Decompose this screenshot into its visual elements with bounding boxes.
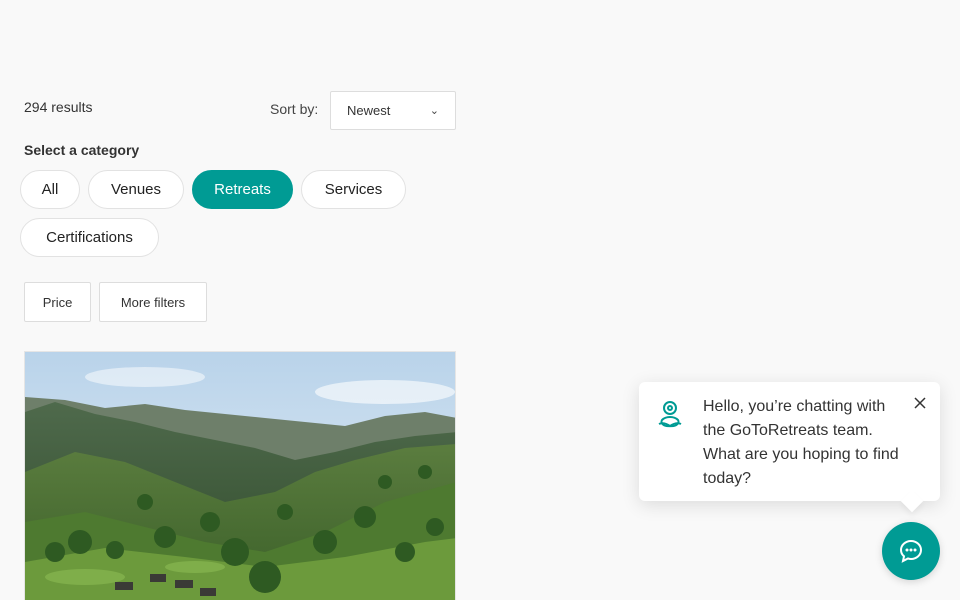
more-filters-button[interactable]: More filters xyxy=(99,282,207,322)
results-count: 294 results xyxy=(24,99,93,115)
chat-message: Hello, you’re chatting with the GoToRetr… xyxy=(703,398,899,487)
price-filter-button[interactable]: Price xyxy=(24,282,91,322)
sort-select[interactable]: Newest ⌄ xyxy=(330,91,456,130)
listing-card-image[interactable] xyxy=(24,351,456,600)
sort-label: Sort by: xyxy=(270,101,319,117)
category-label: Select a category xyxy=(24,142,140,158)
close-icon[interactable] xyxy=(912,395,928,411)
category-chip-retreats[interactable]: Retreats xyxy=(192,170,293,209)
category-chip-venues[interactable]: Venues xyxy=(88,170,184,209)
category-chip-certifications[interactable]: Certifications xyxy=(20,218,159,257)
sort-selected-value: Newest xyxy=(347,103,391,118)
chat-bubble: Hello, you’re chatting with the GoToRetr… xyxy=(639,382,940,513)
chat-launcher-button[interactable] xyxy=(882,522,940,580)
category-chip-all[interactable]: All xyxy=(20,170,80,209)
category-chip-services[interactable]: Services xyxy=(301,170,406,209)
yoga-person-icon xyxy=(658,401,682,428)
chat-bubble-tail xyxy=(900,489,924,513)
chat-icon xyxy=(899,539,923,563)
chevron-down-icon: ⌄ xyxy=(429,105,439,117)
landscape-photo xyxy=(25,352,455,600)
